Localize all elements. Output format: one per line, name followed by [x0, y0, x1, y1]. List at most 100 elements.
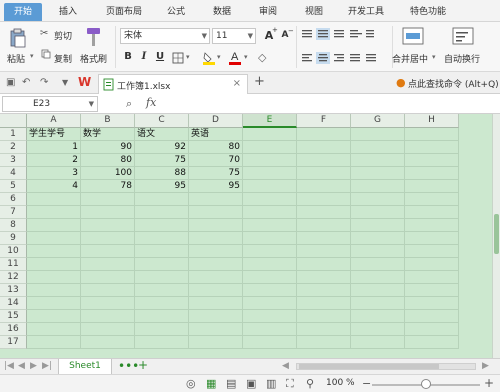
- row-header-1[interactable]: 1: [0, 128, 27, 141]
- row-header-12[interactable]: 12: [0, 271, 27, 284]
- cell-d7[interactable]: [189, 206, 243, 219]
- cell-c5[interactable]: 95: [135, 180, 189, 193]
- menu-tab-formulas[interactable]: 公式: [162, 3, 190, 21]
- page-break-view-icon[interactable]: ▤: [226, 377, 236, 390]
- format-painter-icon[interactable]: [84, 26, 104, 48]
- cell-f5[interactable]: [297, 180, 351, 193]
- cell-e14[interactable]: [243, 297, 297, 310]
- save-icon[interactable]: ▣: [6, 77, 15, 88]
- document-tab[interactable]: 工作簿1.xlsx ×: [98, 74, 248, 94]
- cell-f14[interactable]: [297, 297, 351, 310]
- column-header-f[interactable]: F: [297, 114, 351, 128]
- cell-b5[interactable]: 78: [81, 180, 135, 193]
- cell-d15[interactable]: [189, 310, 243, 323]
- cell-a9[interactable]: [27, 232, 81, 245]
- page-layout-view-icon[interactable]: ▣: [246, 377, 256, 390]
- eye-protection-icon[interactable]: ◎: [186, 377, 196, 390]
- scroll-left-icon[interactable]: ◀: [282, 361, 289, 371]
- cell-e16[interactable]: [243, 323, 297, 336]
- cell-b2[interactable]: 90: [81, 141, 135, 154]
- wrap-text-icon[interactable]: [452, 26, 474, 46]
- cell-a12[interactable]: [27, 271, 81, 284]
- cell-c9[interactable]: [135, 232, 189, 245]
- cell-f11[interactable]: [297, 258, 351, 271]
- cell-h13[interactable]: [405, 284, 459, 297]
- menu-tab-review[interactable]: 审阅: [254, 3, 282, 21]
- cell-g17[interactable]: [351, 336, 405, 349]
- column-header-c[interactable]: C: [135, 114, 189, 128]
- cell-h8[interactable]: [405, 219, 459, 232]
- cell-g1[interactable]: [351, 128, 405, 141]
- cell-h9[interactable]: [405, 232, 459, 245]
- cell-h1[interactable]: [405, 128, 459, 141]
- chevron-down-icon[interactable]: ▼: [89, 97, 94, 111]
- cell-b4[interactable]: 100: [81, 167, 135, 180]
- cell-g10[interactable]: [351, 245, 405, 258]
- cell-b9[interactable]: [81, 232, 135, 245]
- cell-f4[interactable]: [297, 167, 351, 180]
- row-header-17[interactable]: 17: [0, 336, 27, 349]
- cell-e10[interactable]: [243, 245, 297, 258]
- cell-a8[interactable]: [27, 219, 81, 232]
- cell-d17[interactable]: [189, 336, 243, 349]
- chevron-down-icon[interactable]: ▾: [432, 53, 436, 61]
- cell-f6[interactable]: [297, 193, 351, 206]
- underline-button[interactable]: U: [153, 51, 167, 62]
- cell-b6[interactable]: [81, 193, 135, 206]
- close-icon[interactable]: ×: [233, 78, 241, 89]
- cell-h6[interactable]: [405, 193, 459, 206]
- cell-c13[interactable]: [135, 284, 189, 297]
- cell-b16[interactable]: [81, 323, 135, 336]
- row-header-11[interactable]: 11: [0, 258, 27, 271]
- fill-color-icon[interactable]: [202, 51, 216, 65]
- cell-a3[interactable]: 2: [27, 154, 81, 167]
- row-header-10[interactable]: 10: [0, 245, 27, 258]
- spreadsheet-grid[interactable]: A B C D E F G H 1 学生学号 数学 语文 英语 2 1 90 92 80 3 2 80 75 70 4 3 100…: [0, 114, 500, 358]
- cell-g12[interactable]: [351, 271, 405, 284]
- cell-d2[interactable]: 80: [189, 141, 243, 154]
- cell-c4[interactable]: 88: [135, 167, 189, 180]
- cell-e8[interactable]: [243, 219, 297, 232]
- chevron-down-icon[interactable]: ▾: [217, 53, 221, 61]
- location-icon[interactable]: ⚲: [306, 377, 314, 390]
- zoom-out-icon[interactable]: −: [362, 377, 371, 390]
- wps-logo-icon[interactable]: W: [78, 75, 91, 89]
- cell-b14[interactable]: [81, 297, 135, 310]
- cut-button[interactable]: 剪切: [54, 29, 72, 42]
- cell-b8[interactable]: [81, 219, 135, 232]
- cell-h16[interactable]: [405, 323, 459, 336]
- cell-g3[interactable]: [351, 154, 405, 167]
- cell-f16[interactable]: [297, 323, 351, 336]
- cell-a2[interactable]: 1: [27, 141, 81, 154]
- cell-g15[interactable]: [351, 310, 405, 323]
- clipboard-icon[interactable]: [8, 28, 28, 48]
- cell-f17[interactable]: [297, 336, 351, 349]
- merge-center-button[interactable]: 合并居中: [392, 52, 428, 65]
- alignment-icons[interactable]: [300, 28, 390, 68]
- chevron-down-icon[interactable]: ▾: [244, 53, 248, 61]
- cell-a6[interactable]: [27, 193, 81, 206]
- cell-e17[interactable]: [243, 336, 297, 349]
- cell-d16[interactable]: [189, 323, 243, 336]
- paste-button[interactable]: 粘贴: [7, 52, 25, 65]
- cell-d4[interactable]: 75: [189, 167, 243, 180]
- cell-e3[interactable]: [243, 154, 297, 167]
- zoom-slider-knob[interactable]: [421, 379, 431, 389]
- cell-b12[interactable]: [81, 271, 135, 284]
- cell-e1[interactable]: [243, 128, 297, 141]
- cell-e11[interactable]: [243, 258, 297, 271]
- sheet-tab-sheet1[interactable]: Sheet1: [58, 359, 112, 375]
- font-size-select[interactable]: 11 ▼: [212, 28, 256, 44]
- cell-e5[interactable]: [243, 180, 297, 193]
- row-header-14[interactable]: 14: [0, 297, 27, 310]
- cell-b15[interactable]: [81, 310, 135, 323]
- cell-a14[interactable]: [27, 297, 81, 310]
- font-name-select[interactable]: 宋体 ▼: [120, 28, 210, 44]
- row-header-8[interactable]: 8: [0, 219, 27, 232]
- vertical-scrollbar[interactable]: [492, 114, 500, 358]
- cell-f1[interactable]: [297, 128, 351, 141]
- cell-c11[interactable]: [135, 258, 189, 271]
- cell-b17[interactable]: [81, 336, 135, 349]
- cell-c3[interactable]: 75: [135, 154, 189, 167]
- font-color-icon[interactable]: A: [228, 50, 242, 65]
